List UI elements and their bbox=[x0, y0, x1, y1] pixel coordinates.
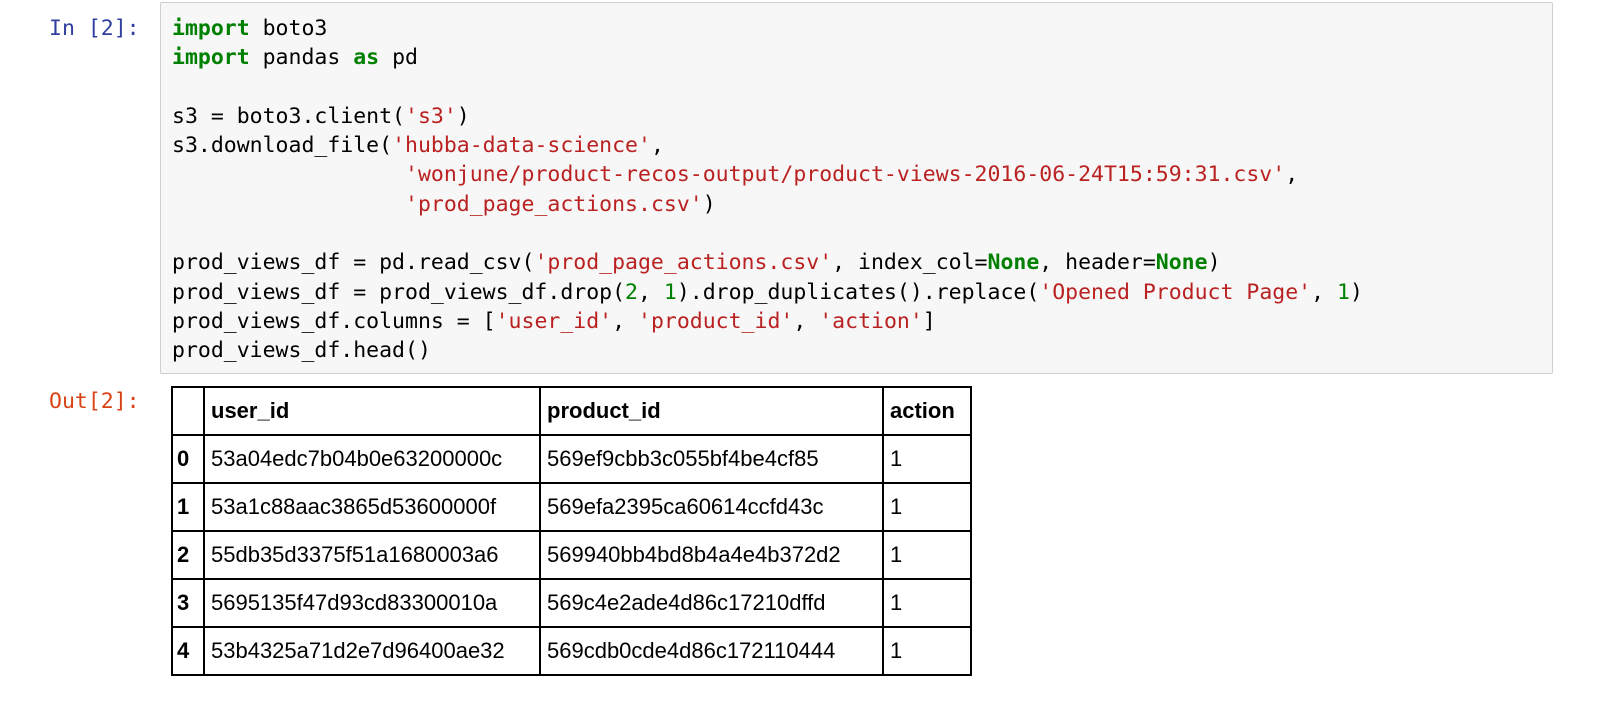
input-prompt: In [2]: bbox=[49, 16, 140, 41]
code-token: 'user_id' bbox=[495, 308, 613, 334]
code-token: 2 bbox=[625, 279, 638, 305]
cell-user-id: 55db35d3375f51a1680003a6 bbox=[203, 530, 541, 580]
code-token: as bbox=[353, 45, 380, 71]
code-token: prod_views_df.head() bbox=[172, 338, 431, 364]
cell-user-id: 53b4325a71d2e7d96400ae32 bbox=[203, 626, 541, 676]
cell-product-id: 569cdb0cde4d86c172110444 bbox=[539, 626, 884, 676]
code-token: ) bbox=[702, 191, 716, 217]
cell-action: 1 bbox=[882, 578, 972, 628]
cell-action: 1 bbox=[882, 482, 972, 532]
row-index: 2 bbox=[171, 530, 205, 580]
code-line: prod_views_df = pd.read_csv('prod_page_a… bbox=[172, 248, 1363, 277]
code-token: pd bbox=[379, 45, 418, 71]
code-token: prod_views_df = pd.read_csv( bbox=[172, 250, 535, 276]
code-token: 'action' bbox=[819, 308, 923, 334]
table-row: 2 55db35d3375f51a1680003a6 569940bb4bd8b… bbox=[171, 530, 972, 580]
code-line: import pandas as pd bbox=[172, 43, 1363, 72]
code-token: 'hubba-data-science' bbox=[392, 133, 651, 159]
code-token: 'product_id' bbox=[638, 308, 794, 334]
code-token: s3 = boto3.client( bbox=[172, 103, 405, 129]
code-token: boto3 bbox=[249, 16, 328, 41]
row-index: 0 bbox=[171, 434, 205, 484]
cell-user-id: 5695135f47d93cd83300010a bbox=[203, 578, 541, 628]
table-row: 0 53a04edc7b04b0e63200000c 569ef9cbb3c05… bbox=[171, 434, 972, 484]
row-index: 4 bbox=[171, 626, 205, 676]
code-token: ) bbox=[1349, 279, 1363, 305]
code-token: 1 bbox=[1337, 279, 1350, 305]
code-line: import boto3 bbox=[172, 14, 1363, 43]
column-header-product-id: product_id bbox=[539, 386, 884, 436]
cell-product-id: 569ef9cbb3c055bf4be4cf85 bbox=[539, 434, 884, 484]
table-row: 4 53b4325a71d2e7d96400ae32 569cdb0cde4d8… bbox=[171, 626, 972, 676]
row-index: 1 bbox=[171, 482, 205, 532]
code-editor[interactable]: import boto3 import pandas as pd s3 = boto… bbox=[172, 14, 1363, 366]
row-index: 3 bbox=[171, 578, 205, 628]
cell-user-id: 53a1c88aac3865d53600000f bbox=[203, 482, 541, 532]
code-token: , header= bbox=[1039, 250, 1156, 276]
code-token: , bbox=[793, 308, 820, 334]
code-token: , bbox=[1285, 162, 1299, 188]
column-header-action: action bbox=[882, 386, 972, 436]
cell-product-id: 569940bb4bd8b4a4e4b372d2 bbox=[539, 530, 884, 580]
code-token: prod_views_df.columns = [ bbox=[172, 308, 496, 334]
code-token: 1 bbox=[663, 279, 677, 305]
cell-action: 1 bbox=[882, 626, 972, 676]
code-line: 'prod_page_actions.csv') bbox=[172, 190, 1363, 219]
code-line: s3.download_file('hubba-data-science', bbox=[172, 131, 1363, 160]
code-token: 'prod_page_actions.csv' bbox=[534, 250, 833, 276]
dataframe-output-table: user_id product_id action 0 53a04edc7b04… bbox=[171, 386, 972, 676]
column-header-user-id: user_id bbox=[203, 386, 541, 436]
table-row: 3 5695135f47d93cd83300010a 569c4e2ade4d8… bbox=[171, 578, 972, 628]
code-line: prod_views_df = prod_views_df.drop(2, 1)… bbox=[172, 278, 1363, 307]
code-line: prod_views_df.columns = ['user_id', 'pro… bbox=[172, 307, 1363, 336]
code-token: , bbox=[638, 279, 664, 305]
code-token: pandas bbox=[249, 45, 354, 71]
code-line: s3 = boto3.client('s3') bbox=[172, 102, 1363, 131]
code-token: None bbox=[987, 250, 1040, 276]
code-line: 'wonjune/product-recos-output/product-vi… bbox=[172, 160, 1363, 189]
index-header bbox=[171, 386, 205, 436]
code-token: 'Opened Product Page' bbox=[1039, 279, 1312, 305]
code-token: 's3' bbox=[405, 103, 457, 129]
cell-action: 1 bbox=[882, 434, 972, 484]
code-token: , index_col= bbox=[832, 250, 988, 276]
table-row: 1 53a1c88aac3865d53600000f 569efa2395ca6… bbox=[171, 482, 972, 532]
code-token: ] bbox=[922, 308, 936, 334]
code-token: s3.download_file( bbox=[172, 133, 393, 159]
cell-product-id: 569c4e2ade4d86c17210dffd bbox=[539, 578, 884, 628]
code-token: prod_views_df = prod_views_df.drop( bbox=[172, 279, 626, 305]
code-token: , bbox=[1311, 279, 1337, 305]
code-token: ) bbox=[1207, 250, 1221, 276]
code-token: 'prod_page_actions.csv' bbox=[405, 191, 703, 217]
code-token: import bbox=[172, 16, 250, 41]
code-token: ).drop_duplicates().replace( bbox=[676, 279, 1040, 305]
table-header-row: user_id product_id action bbox=[171, 386, 972, 436]
code-token: , bbox=[612, 308, 638, 334]
code-token: , bbox=[650, 133, 664, 159]
cell-product-id: 569efa2395ca60614ccfd43c bbox=[539, 482, 884, 532]
cell-user-id: 53a04edc7b04b0e63200000c bbox=[203, 434, 541, 484]
code-line: prod_views_df.head() bbox=[172, 336, 1363, 365]
code-token: None bbox=[1155, 250, 1208, 276]
cell-action: 1 bbox=[882, 530, 972, 580]
code-token: 'wonjune/product-recos-output/product-vi… bbox=[405, 162, 1286, 188]
code-token: ) bbox=[456, 103, 470, 129]
code-token: import bbox=[172, 45, 250, 71]
output-prompt: Out[2]: bbox=[49, 389, 140, 414]
